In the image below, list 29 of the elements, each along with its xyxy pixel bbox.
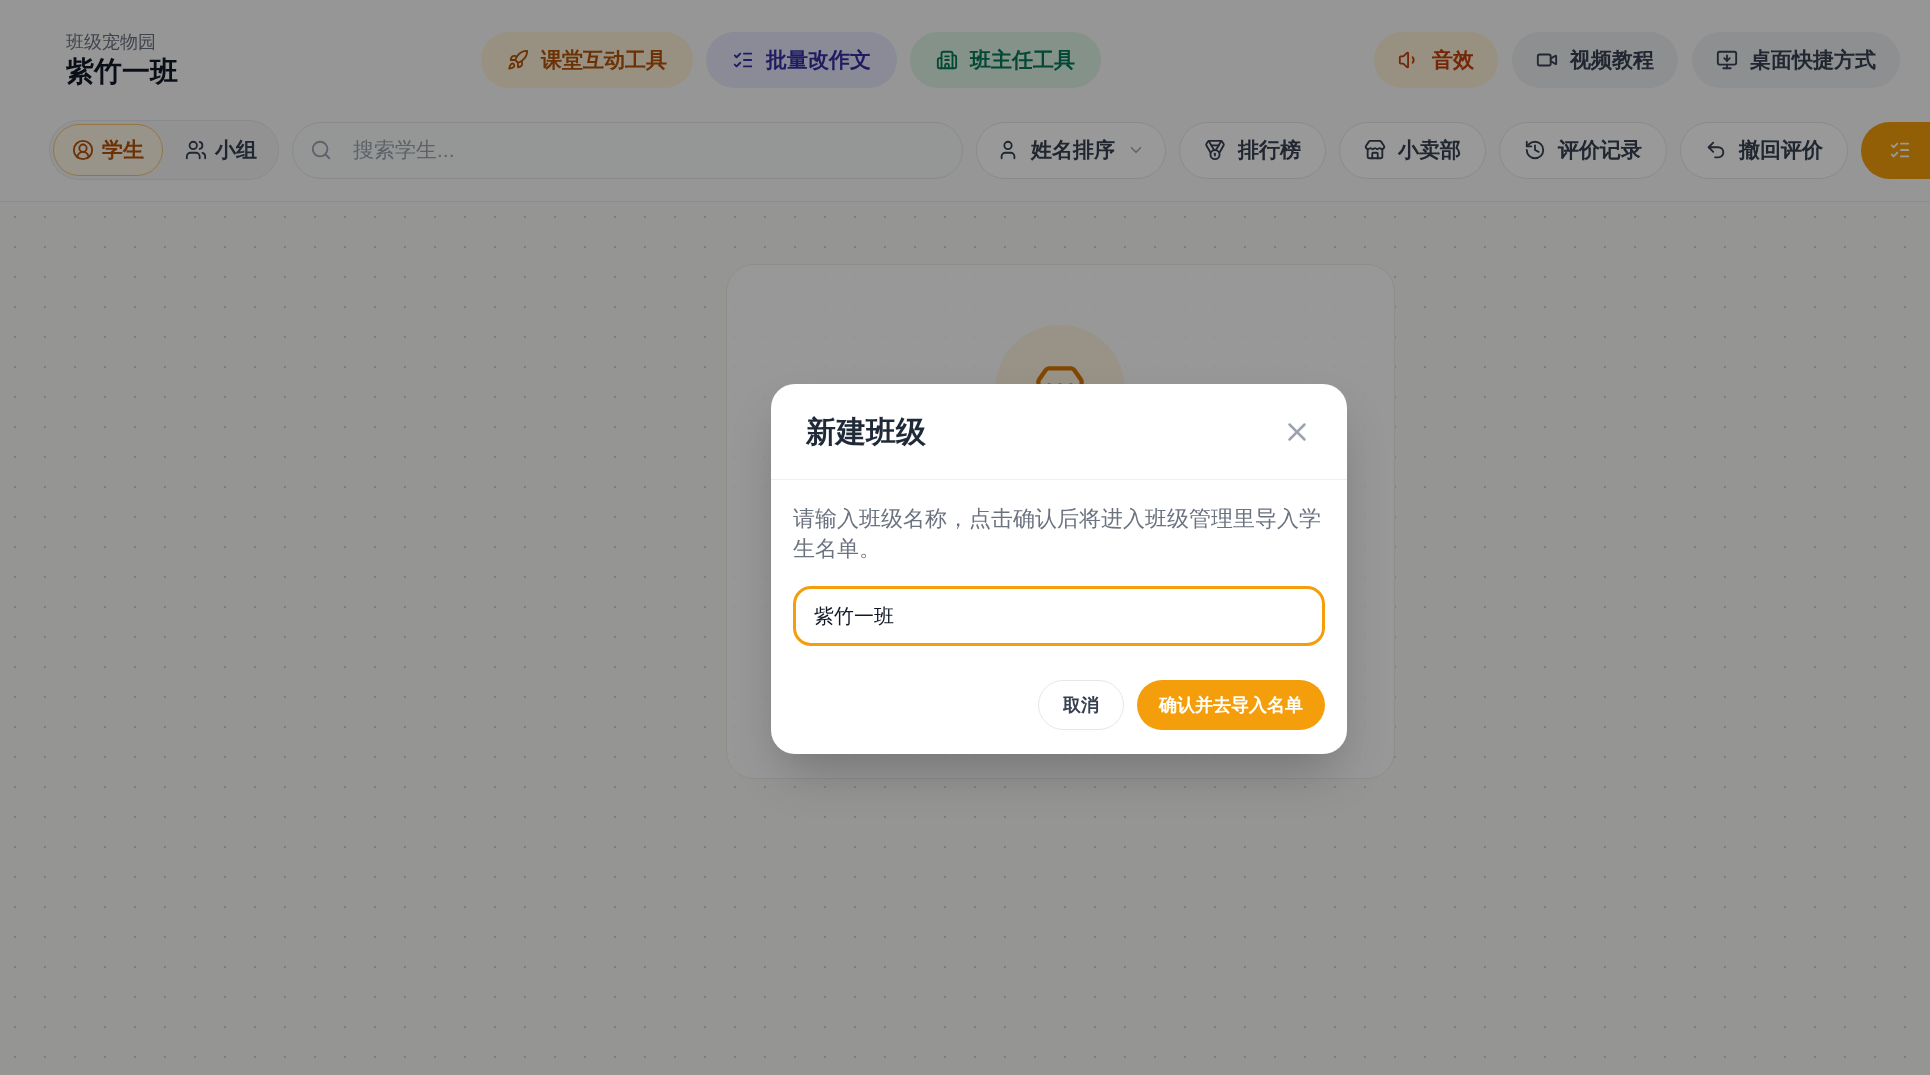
medal-icon [1204,139,1226,161]
history-icon [1524,139,1546,161]
rocket-icon [507,49,529,71]
monitor-download-icon [1716,49,1738,71]
view-tab[interactable]: 小组 [167,124,275,176]
search-field[interactable]: 搜索学生... [292,121,963,179]
utility-button[interactable]: 桌面快捷方式 [1692,32,1900,88]
building-icon [936,49,958,71]
sort-dropdown[interactable]: 姓名排序 [976,121,1166,179]
action-button[interactable]: 撤回评价 [1680,121,1848,179]
class-name-input[interactable]: 紫竹一班 [793,586,1325,646]
tool-button[interactable]: 班主任工具 [910,32,1101,88]
search-icon [310,138,332,161]
user-circle-icon [72,139,94,161]
dialog-description: 请输入班级名称，点击确认后将进入班级管理里导入学生名单。 [793,505,1322,563]
undo-icon [1705,139,1727,161]
action-button[interactable]: 小卖部 [1339,121,1486,179]
action-button[interactable]: 评价记录 [1499,121,1667,179]
action-button[interactable]: 排行榜 [1179,121,1326,179]
cancel-button[interactable]: 取消 [1038,680,1124,730]
app-subtitle: 班级宠物园 [66,31,157,54]
tool-button[interactable]: 批量改作文 [706,32,897,88]
utility-button[interactable]: 视频教程 [1512,32,1678,88]
dialog-title: 新建班级 [806,414,926,450]
users-icon [185,139,207,161]
tool-button[interactable]: 课堂互动工具 [481,32,693,88]
utility-button[interactable]: 音效 [1374,32,1498,88]
view-tab[interactable]: 学生 [53,124,163,176]
class-title: 紫竹一班 [66,54,179,89]
